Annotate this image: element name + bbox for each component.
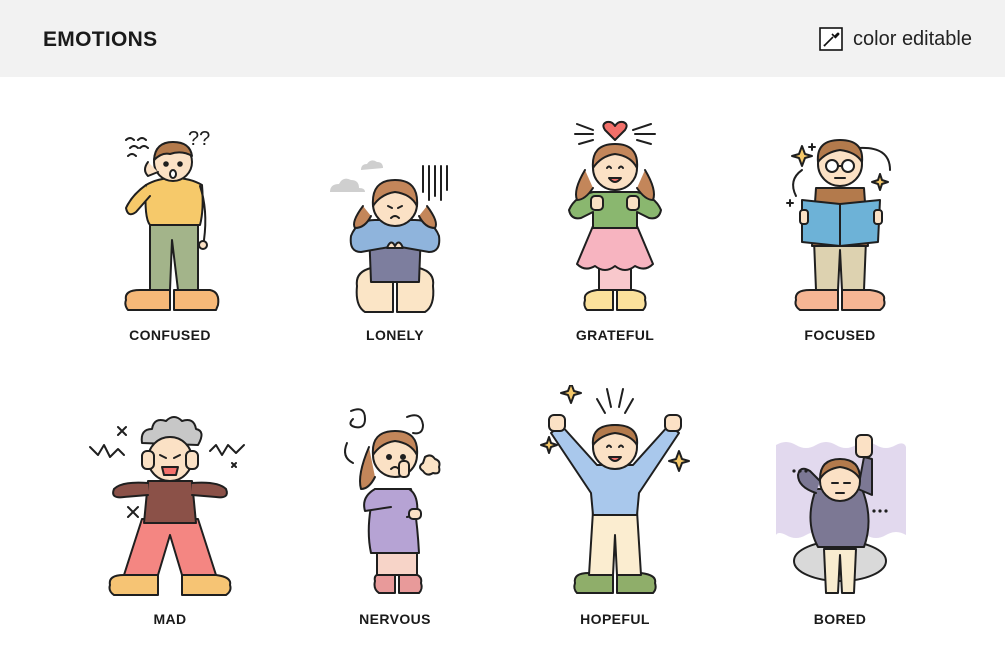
emotion-label: BORED [813,611,867,627]
grateful-illustration [568,120,662,311]
emotion-card-bored: BORED [740,385,940,635]
emotion-card-mad: MAD [70,385,270,635]
emotion-label: CONFUSED [129,327,211,343]
color-editable-badge: color editable [819,27,972,51]
emotion-card-nervous: NERVOUS [295,385,495,635]
emotion-label: MAD [153,611,187,627]
badge-label: color editable [853,27,972,50]
confused-illustration: ?? [124,128,220,311]
eyedropper-icon [819,27,843,51]
emotion-card-confused: ?? CONFUSED [70,100,270,350]
emotion-card-grateful: GRATEFUL [515,100,715,350]
emotion-card-focused: FOCUSED [740,100,940,350]
lonely-illustration [330,160,448,313]
emotion-card-lonely: LONELY [295,100,495,350]
page-title: EMOTIONS [43,28,158,51]
bored-illustration [776,434,906,594]
emotion-label: HOPEFUL [580,611,650,627]
emotion-card-hopeful: HOPEFUL [515,385,715,635]
nervous-illustration [344,408,441,594]
focused-illustration [786,139,891,311]
hopeful-illustration [540,385,690,594]
emotion-label: LONELY [366,327,424,343]
emotion-label: NERVOUS [359,611,431,627]
svg-text:??: ?? [188,128,210,150]
header-bar: EMOTIONS color editable [0,0,1005,77]
emotion-label: FOCUSED [804,327,876,343]
emotion-label: GRATEFUL [575,327,655,343]
mad-illustration [89,416,245,596]
